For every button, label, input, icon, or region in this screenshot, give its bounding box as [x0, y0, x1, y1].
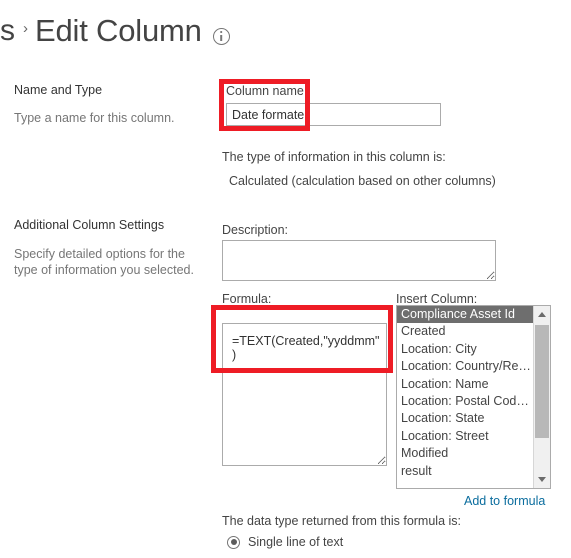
page-header: s › Edit Column	[0, 8, 230, 54]
breadcrumb-separator-icon: ›	[23, 19, 28, 37]
scroll-up-arrow-icon[interactable]	[534, 306, 550, 323]
description-textarea[interactable]	[222, 240, 496, 281]
data-type-prompt: The data type returned from this formula…	[222, 514, 461, 528]
section-description-additional-column-settings: Specify detailed options for the type of…	[14, 247, 194, 277]
list-item[interactable]: result	[397, 463, 533, 480]
insert-column-listbox[interactable]: Compliance Asset Id Created Location: Ci…	[396, 305, 551, 489]
insert-column-label: Insert Column:	[396, 292, 478, 306]
add-to-formula-link[interactable]: Add to formula	[464, 494, 545, 508]
list-item[interactable]: Location: City	[397, 341, 533, 358]
scrollbar-thumb[interactable]	[535, 325, 549, 438]
list-item[interactable]: Location: Country/Re…	[397, 358, 533, 375]
column-type-prompt: The type of information in this column i…	[222, 150, 446, 164]
radio-label: Single line of text	[248, 535, 344, 549]
list-item[interactable]: Compliance Asset Id	[397, 306, 533, 324]
list-item[interactable]: Location: Name	[397, 376, 533, 393]
breadcrumb-parent-link[interactable]: s	[0, 14, 15, 48]
section-title-additional-column-settings: Additional Column Settings	[14, 218, 165, 232]
insert-column-list[interactable]: Compliance Asset Id Created Location: Ci…	[397, 306, 533, 488]
list-item[interactable]: Location: Postal Cod…	[397, 393, 533, 410]
list-item[interactable]: Modified	[397, 445, 533, 462]
description-label: Description:	[222, 223, 288, 237]
list-item[interactable]: Location: Street	[397, 428, 533, 445]
section-title-name-and-type: Name and Type	[14, 83, 103, 97]
info-icon[interactable]	[212, 27, 230, 45]
radio-single-line-of-text[interactable]: Single line of text	[227, 535, 343, 549]
section-description-name-and-type: Type a name for this column.	[14, 111, 175, 125]
formula-label: Formula:	[222, 292, 272, 306]
column-name-label: Column name:	[226, 84, 308, 98]
column-type-value: Calculated (calculation based on other c…	[229, 174, 496, 188]
column-name-input[interactable]	[226, 103, 441, 126]
listbox-scrollbar[interactable]	[533, 306, 550, 488]
page-title: Edit Column	[35, 13, 202, 48]
formula-textarea[interactable]	[222, 323, 387, 466]
list-item[interactable]: Created	[397, 323, 533, 340]
radio-mark-icon[interactable]	[227, 535, 240, 549]
list-item[interactable]: Location: State	[397, 410, 533, 427]
scroll-down-arrow-icon[interactable]	[534, 471, 550, 488]
